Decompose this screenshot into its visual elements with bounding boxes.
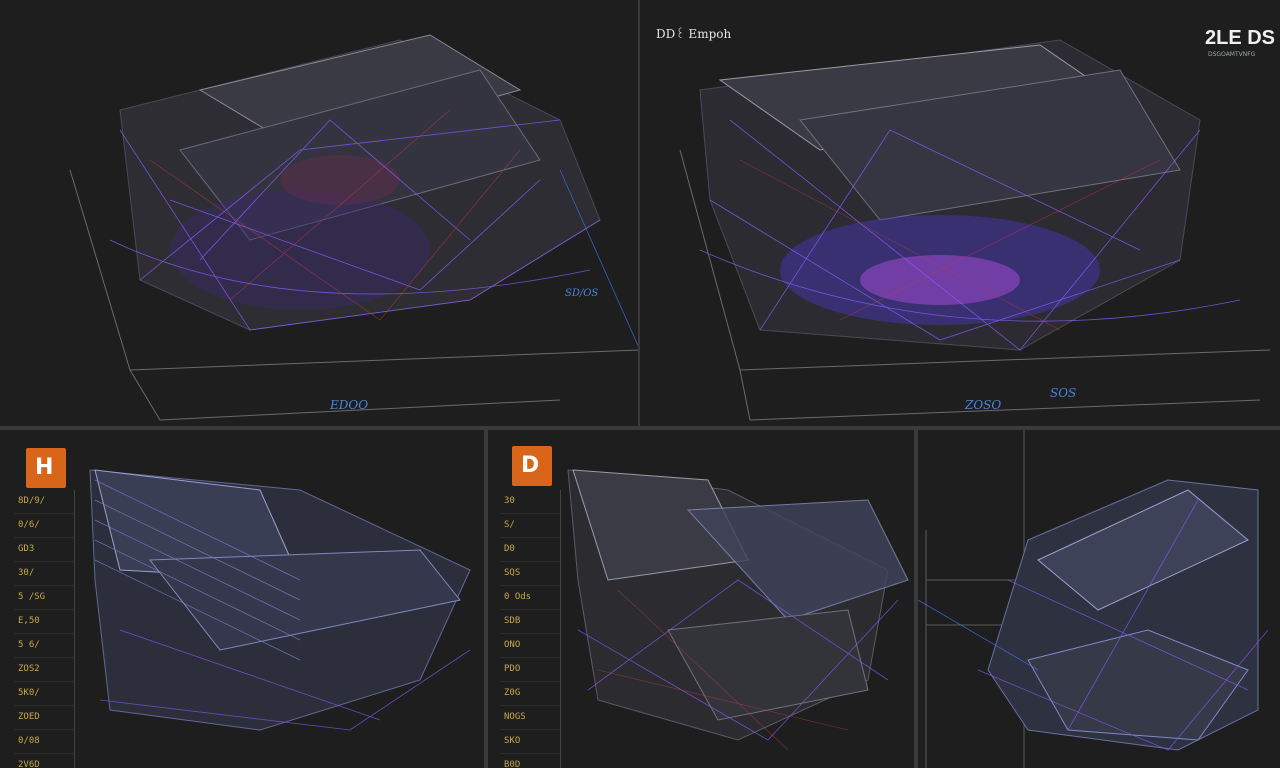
render-panel-bottom-left: H 8D/9/ 0/6/ GD3 30/ 5 /SG E,50 5 6/ ZOS…: [0, 430, 484, 768]
render-panel-bottom-middle: D 30 S/ D0 SQS 0 Ods SDB ONO PDO Z0G NOG…: [488, 430, 914, 768]
panel-title: DD꒰ Empoh: [656, 27, 732, 41]
render-panel-bottom-right: [918, 430, 1280, 768]
corner-label: 2LE DS D: [1205, 27, 1280, 49]
corner-caption: DSGOAMTVNFG: [1208, 51, 1256, 58]
wireframe-render: [69, 34, 638, 421]
wireframe-render: [567, 469, 909, 751]
wireframe-render: [918, 430, 1269, 768]
render-panel-top-right: DD꒰ Empoh 2LE DS D DSGOAMTVNFG ZOSO SOS: [640, 0, 1280, 426]
overlay-scribble: SD/OS: [565, 288, 599, 299]
render-panel-top-left: EDOO SD/OS: [0, 0, 638, 426]
wireframe-render: [89, 469, 471, 731]
wireframe-render: [679, 39, 1271, 421]
overlay-scribble: ZOSO: [965, 398, 1002, 412]
overlay-scribble: SOS: [1050, 386, 1077, 400]
overlay-scribble: EDOO: [330, 398, 369, 412]
